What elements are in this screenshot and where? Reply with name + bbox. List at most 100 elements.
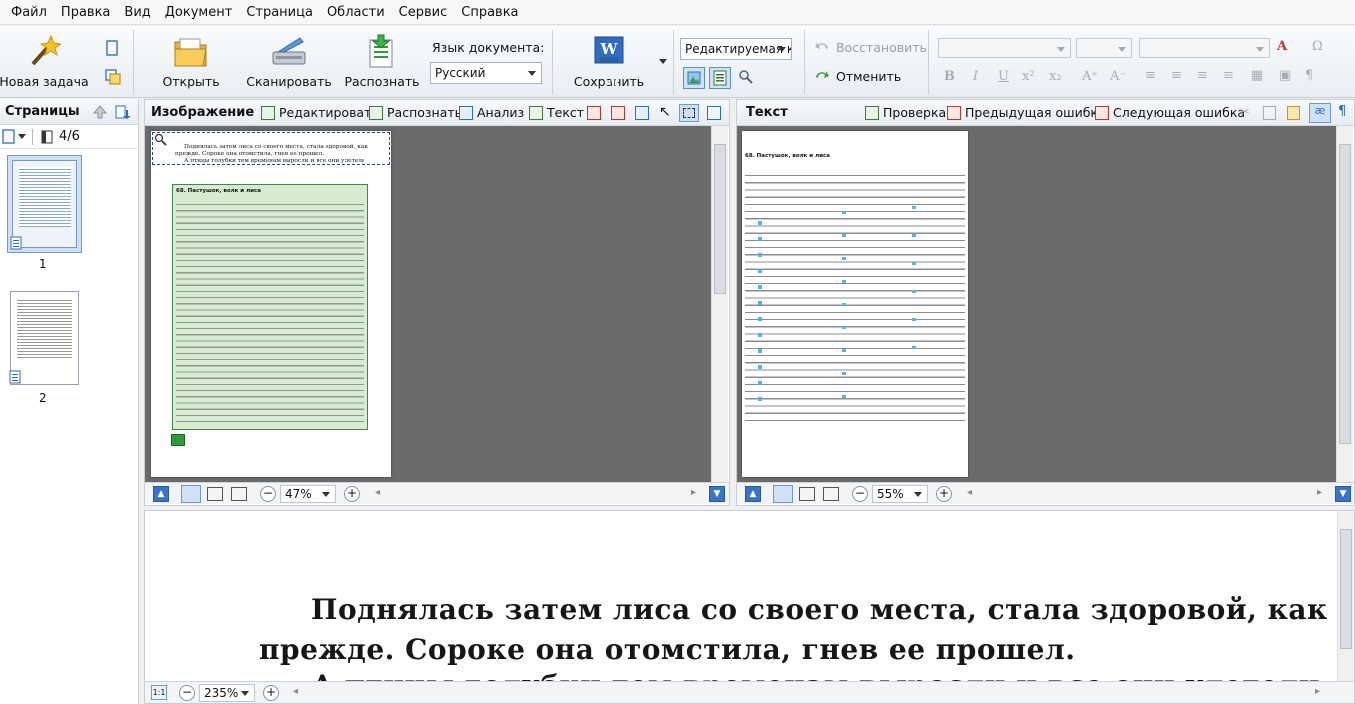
underline-icon[interactable]: U — [998, 69, 1009, 84]
zoom-out-icon[interactable]: − — [852, 486, 868, 502]
next-error-button[interactable]: Следующая ошибка — [1095, 105, 1245, 120]
move-page-down-icon[interactable] — [114, 104, 130, 120]
document-mode-select[interactable]: Редактируемая к — [680, 38, 792, 60]
picture-view-icon[interactable] — [683, 67, 705, 89]
zoom-out-icon[interactable]: − — [179, 685, 195, 701]
scroll-left-icon[interactable]: ◂ — [293, 686, 298, 697]
fit-height-icon[interactable] — [823, 487, 839, 501]
paragraph-icon[interactable]: ¶ — [1305, 68, 1313, 83]
delete-area-icon[interactable] — [707, 106, 721, 120]
page-view-icon[interactable] — [2, 128, 16, 145]
zoom-out-icon[interactable]: − — [260, 486, 276, 502]
save-options-arrow-icon[interactable] — [659, 59, 667, 64]
scroll-left-icon[interactable]: ◂ — [967, 487, 972, 498]
grow-font-icon[interactable]: A⁺ — [1082, 69, 1098, 84]
recognized-text-block[interactable]: 68. Пастушок, волк и лиса — [172, 184, 368, 430]
table-icon[interactable]: ▦ — [1251, 68, 1263, 83]
zoom-in-icon[interactable]: + — [344, 486, 360, 502]
menu-edit[interactable]: Правка — [54, 0, 117, 25]
check-spelling-button[interactable]: Проверка — [865, 105, 946, 120]
panel-options-icon[interactable]: ▼ — [1335, 486, 1351, 502]
fit-page-icon[interactable] — [181, 485, 201, 503]
scroll-right-icon[interactable]: ▸ — [691, 487, 696, 498]
font-color-icon[interactable]: A — [1277, 39, 1287, 54]
picture-area-icon[interactable] — [587, 106, 601, 120]
scroll-right-icon[interactable]: ▸ — [1317, 487, 1322, 498]
font-family-select[interactable] — [938, 38, 1071, 58]
picture-insert-icon[interactable]: ▣ — [1279, 68, 1291, 83]
undo-button[interactable]: Отменить — [814, 69, 901, 84]
style-select[interactable] — [1139, 38, 1270, 58]
text-zoom-select[interactable]: 55% — [872, 485, 928, 503]
pointer-icon[interactable]: ↖ — [659, 104, 671, 120]
panel-options-icon[interactable]: ▼ — [709, 486, 725, 502]
collapse-panel-icon[interactable]: ▲ — [153, 486, 169, 502]
save-button[interactable]: W Сохранить — [574, 34, 644, 89]
justify-icon[interactable]: ≡ — [1223, 68, 1234, 83]
previous-error-button[interactable]: Предыдущая ошибка — [947, 105, 1106, 120]
scroll-right-icon[interactable]: ▸ — [1315, 686, 1320, 697]
italic-icon[interactable]: I — [973, 69, 978, 84]
chevron-down-icon[interactable] — [18, 134, 26, 139]
menu-document[interactable]: Документ — [158, 0, 240, 25]
bold-icon[interactable]: B — [944, 69, 955, 84]
copy-document-icon[interactable] — [104, 68, 122, 86]
menu-file[interactable]: Файл — [4, 0, 54, 25]
restore-button[interactable]: Восстановить — [814, 40, 927, 55]
font-size-select[interactable] — [1076, 38, 1132, 58]
scroll-left-icon[interactable]: ◂ — [375, 487, 380, 498]
recognize-button[interactable]: Распознать — [344, 34, 420, 89]
image-viewport[interactable]: Поднялась затем лиса со своего места, ст… — [145, 126, 711, 482]
actual-size-icon[interactable]: 1:1 — [151, 685, 167, 700]
text-viewport[interactable]: 68. Пастушок, волк и лиса — [737, 126, 1336, 482]
fit-page-icon[interactable] — [773, 485, 793, 503]
page-thumbnail-1[interactable] — [7, 155, 82, 253]
paste-icon[interactable] — [1287, 106, 1300, 120]
new-task-button[interactable]: Новая задача — [0, 34, 89, 89]
symbol-icon[interactable]: Ω — [1312, 39, 1323, 54]
fit-height-icon[interactable] — [231, 487, 247, 501]
recognized-text-page[interactable]: 68. Пастушок, волк и лиса — [742, 131, 968, 477]
menu-page[interactable]: Страница — [239, 0, 320, 25]
align-left-icon[interactable]: ≡ — [1145, 68, 1156, 83]
fit-width-icon[interactable] — [799, 487, 815, 501]
fit-width-icon[interactable] — [207, 487, 223, 501]
cut-icon[interactable]: ✂ — [1239, 105, 1250, 120]
align-right-icon[interactable]: ≡ — [1197, 68, 1208, 83]
copy-icon[interactable] — [1263, 106, 1276, 120]
zoom-panel-zoom-select[interactable]: 235% — [199, 684, 255, 702]
edit-image-button[interactable]: Редактировать — [261, 105, 379, 120]
recognize-page-button[interactable]: Распознать — [369, 105, 462, 120]
table-area-icon[interactable] — [635, 106, 649, 120]
text-area-button[interactable]: Текст — [529, 105, 584, 120]
collapse-panel-icon[interactable]: ▲ — [745, 486, 761, 502]
select-area-icon[interactable] — [679, 104, 699, 122]
menu-view[interactable]: Вид — [117, 0, 157, 25]
page-thumbnail-2[interactable] — [9, 291, 79, 385]
superscript-icon[interactable]: x² — [1022, 69, 1035, 84]
subscript-icon[interactable]: x₂ — [1049, 69, 1062, 84]
image-zoom-select[interactable]: 47% — [280, 485, 336, 503]
analyze-button[interactable]: Анализ — [459, 105, 524, 120]
new-document-icon[interactable] — [104, 40, 122, 58]
menu-help[interactable]: Справка — [454, 0, 525, 25]
zoom-in-icon[interactable]: + — [263, 685, 279, 701]
zoom-in-icon[interactable]: + — [936, 486, 952, 502]
image-vertical-scrollbar[interactable] — [711, 126, 728, 482]
menu-service[interactable]: Сервис — [392, 0, 455, 25]
shrink-font-icon[interactable]: A⁻ — [1110, 69, 1126, 84]
paragraph-marks-icon[interactable]: ¶ — [1338, 104, 1346, 119]
scan-button[interactable]: Сканировать — [246, 34, 332, 89]
text-vertical-scrollbar[interactable] — [1336, 126, 1353, 482]
zoom-vertical-scrollbar[interactable] — [1337, 511, 1354, 681]
open-button[interactable]: Открыть — [160, 34, 222, 89]
move-page-up-icon[interactable] — [92, 104, 108, 120]
show-formatting-icon[interactable]: æ — [1309, 103, 1331, 123]
document-language-select[interactable]: Русский — [430, 62, 542, 84]
text-view-icon[interactable] — [709, 67, 731, 89]
menu-areas[interactable]: Области — [320, 0, 392, 25]
align-center-icon[interactable]: ≡ — [1171, 68, 1182, 83]
zoom-viewport[interactable]: Поднялась затем лиса со своего места, ст… — [145, 511, 1337, 681]
magnifier-settings-icon[interactable] — [738, 69, 756, 87]
background-picture-area-icon[interactable] — [611, 106, 625, 120]
